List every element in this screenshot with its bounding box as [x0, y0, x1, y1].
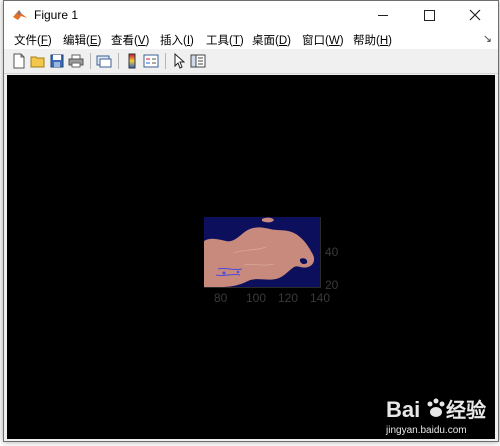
minimize-button[interactable]: [360, 1, 406, 29]
toolbar-separator: [90, 53, 91, 69]
minimize-icon: [378, 14, 388, 16]
menu-file-end: ): [47, 35, 52, 47]
menu-view-end: ): [145, 35, 150, 47]
menu-insert-end: ): [190, 35, 194, 47]
insert-legend-icon[interactable]: [142, 52, 160, 70]
menu-file-key: F: [40, 35, 48, 47]
close-icon: [469, 9, 481, 21]
menu-desktop-key: D: [278, 35, 288, 47]
edit-plot-arrow-icon[interactable]: [170, 52, 188, 70]
menu-window-key: W: [328, 35, 340, 47]
menu-view-key: V: [137, 35, 146, 47]
x-tick-label: 80: [214, 291, 228, 305]
y-tick-label: 20: [325, 278, 339, 292]
toolbar-separator: [165, 53, 166, 69]
watermark-url: jingyan.baidu.com: [386, 425, 467, 436]
x-tick-label: 140: [310, 291, 331, 305]
open-file-icon[interactable]: [29, 52, 47, 70]
menu-edit[interactable]: 编辑(E): [63, 32, 101, 48]
menu-edit-end: ): [97, 35, 102, 47]
svg-text:Bai: Bai: [386, 397, 420, 422]
toolbar-separator: [118, 53, 119, 69]
x-tick-label: 120: [278, 291, 299, 305]
menu-window-end: ): [339, 35, 344, 47]
maximize-icon: [423, 9, 435, 21]
new-figure-icon[interactable]: [10, 52, 28, 70]
menu-file[interactable]: 文件(F): [14, 32, 52, 48]
menu-window-label: 窗口(: [302, 35, 329, 47]
menu-file-label: 文件(: [14, 35, 41, 47]
image-plot: [204, 217, 320, 287]
figure-window: Figure 1 文件(F) 编辑(E) 查看(V) 插入(I) 工具(T) 桌…: [3, 0, 499, 442]
figure-toolbar: [4, 49, 498, 74]
property-inspector-icon[interactable]: [189, 52, 207, 70]
menu-desktop-end: ): [287, 35, 291, 47]
menu-edit-key: E: [89, 35, 98, 47]
menu-tools-key: T: [232, 35, 240, 47]
menu-help-end: ): [388, 35, 392, 47]
menu-window[interactable]: 窗口(W): [302, 32, 344, 48]
x-tick-label: 100: [246, 291, 267, 305]
maximize-button[interactable]: [406, 1, 452, 29]
link-plot-icon[interactable]: [95, 52, 113, 70]
menu-edit-label: 编辑(: [63, 35, 90, 47]
x-axis-line: [204, 287, 321, 288]
title-bar[interactable]: Figure 1: [4, 1, 498, 29]
matlab-icon: [13, 10, 27, 20]
baidu-logo-icon: Bai 经验: [386, 397, 486, 422]
plot-axes[interactable]: [204, 217, 320, 287]
menu-insert-label: 插入(: [160, 35, 187, 47]
save-icon[interactable]: [48, 52, 66, 70]
baidu-jingyan-watermark: Bai 经验 jingyan.baidu.com: [386, 395, 498, 443]
print-icon[interactable]: [67, 52, 85, 70]
y-tick-label: 40: [325, 245, 339, 259]
menu-desktop[interactable]: 桌面(D): [252, 32, 291, 48]
menu-view[interactable]: 查看(V): [111, 32, 149, 48]
svg-text:经验: 经验: [446, 398, 486, 422]
menu-tools-label: 工具(: [206, 35, 233, 47]
menu-insert[interactable]: 插入(I): [160, 32, 194, 48]
menu-bar: 文件(F) 编辑(E) 查看(V) 插入(I) 工具(T) 桌面(D) 窗口(W…: [4, 29, 498, 49]
dock-arrow-icon[interactable]: ↘: [483, 32, 492, 45]
menu-help[interactable]: 帮助(H): [353, 32, 392, 48]
window-title: Figure 1: [34, 8, 79, 22]
y-axis-line: [320, 217, 321, 287]
menu-tools[interactable]: 工具(T): [206, 32, 244, 48]
menu-help-label: 帮助(: [353, 35, 380, 47]
menu-help-key: H: [379, 35, 389, 47]
menu-desktop-label: 桌面(: [252, 35, 279, 47]
close-button[interactable]: [452, 1, 498, 29]
insert-colorbar-icon[interactable]: [123, 52, 141, 70]
menu-view-label: 查看(: [111, 35, 138, 47]
figure-canvas[interactable]: 80 100 120 140 40 20: [7, 75, 495, 439]
menu-tools-end: ): [239, 35, 244, 47]
